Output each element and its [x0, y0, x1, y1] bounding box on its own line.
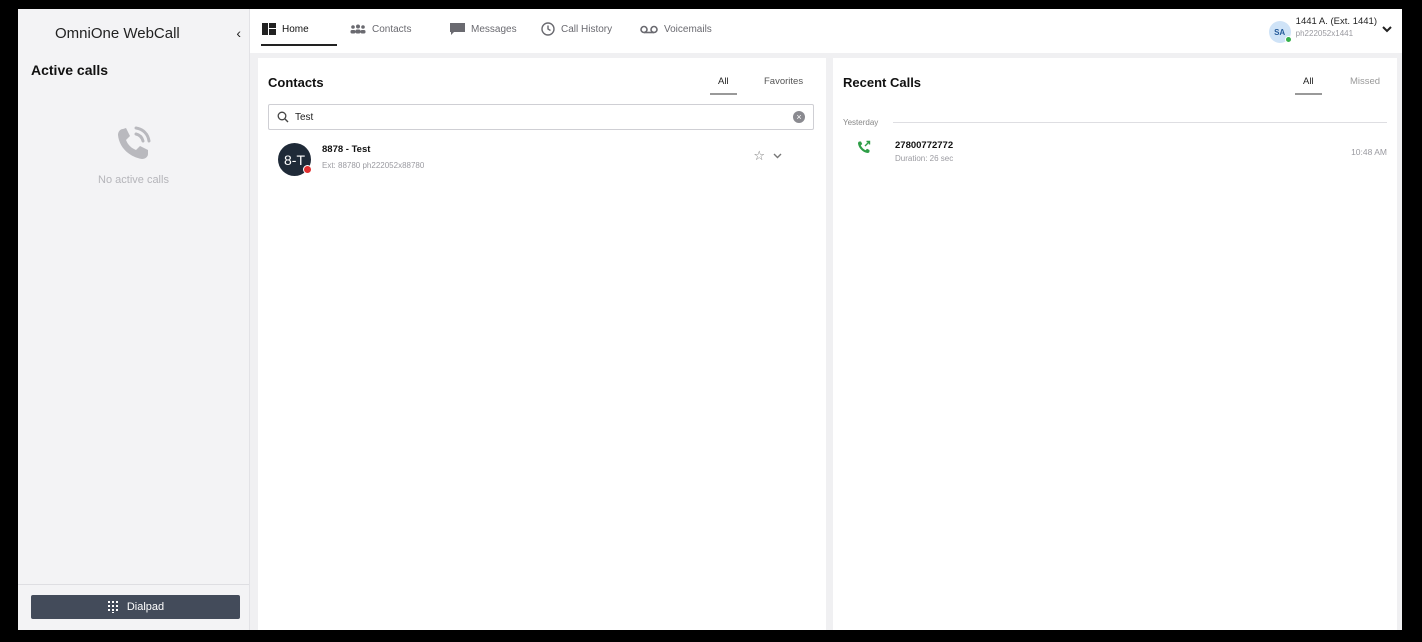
contact-search: ×	[268, 104, 814, 130]
recent-calls-panel: Recent Calls All Missed Yesterday 278007…	[833, 58, 1397, 630]
expand-chevron-icon[interactable]	[773, 151, 782, 161]
chevron-down-icon[interactable]	[1382, 25, 1392, 36]
avatar-initials: SA	[1274, 27, 1286, 37]
recent-tab-missed[interactable]: Missed	[1350, 76, 1380, 93]
tab-call-history-label: Call History	[561, 23, 613, 35]
contacts-title: Contacts	[268, 75, 324, 90]
contact-list-item[interactable]: 8-T 8878 - Test Ext: 88780 ph222052x8878…	[268, 138, 814, 180]
home-icon	[262, 23, 276, 35]
messages-icon	[450, 23, 465, 35]
tab-voicemails-label: Voicemails	[664, 23, 712, 35]
phone-ringing-icon	[118, 126, 151, 159]
day-separator-line	[893, 122, 1387, 123]
dialpad-button[interactable]: Dialpad	[31, 595, 240, 619]
contact-initials: 8-T	[284, 151, 305, 168]
contacts-tab-all[interactable]: All	[710, 76, 737, 95]
top-nav: Home Contacts Messages Call History Voic…	[250, 9, 1402, 53]
recent-tab-missed-label: Missed	[1350, 76, 1381, 87]
app-title: OmniOne WebCall	[55, 24, 180, 42]
contacts-tab-favorites-label: Favorites	[764, 76, 804, 87]
recent-tab-all-label: All	[1303, 76, 1314, 87]
call-duration: Duration: 26 sec	[895, 154, 954, 163]
active-tab-indicator	[261, 44, 337, 46]
tab-home[interactable]: Home	[262, 9, 309, 49]
tab-home-label: Home	[282, 23, 309, 35]
sidebar-divider	[18, 584, 249, 585]
user-menu[interactable]: SA 1441 A. (Ext. 1441) ph222052x1441	[1268, 16, 1402, 43]
tab-messages[interactable]: Messages	[450, 9, 517, 49]
contact-extension: Ext: 88780 ph222052x88780	[322, 161, 425, 170]
history-icon	[541, 22, 555, 36]
user-status-dot	[1284, 36, 1292, 43]
contact-status-dot	[303, 165, 312, 174]
contacts-tab-all-label: All	[718, 76, 729, 87]
tab-messages-label: Messages	[471, 23, 517, 35]
call-history-item[interactable]: 27800772772 Duration: 26 sec 10:48 AM	[843, 134, 1387, 166]
user-name: 1441 A. (Ext. 1441)	[1295, 16, 1377, 27]
no-active-calls-text: No active calls	[98, 174, 169, 186]
collapse-sidebar-button[interactable]: ‹	[236, 25, 241, 41]
tab-contacts[interactable]: Contacts	[350, 9, 411, 49]
dialpad-label: Dialpad	[126, 601, 165, 613]
dialpad-icon	[107, 601, 118, 613]
tab-contacts-label: Contacts	[372, 23, 412, 35]
call-time: 10:48 AM	[1351, 147, 1387, 157]
contacts-icon	[350, 24, 366, 34]
day-separator-label: Yesterday	[843, 118, 879, 127]
tab-voicemails[interactable]: Voicemails	[640, 9, 712, 49]
tab-call-history[interactable]: Call History	[541, 9, 612, 49]
recent-tab-all[interactable]: All	[1295, 76, 1322, 95]
user-id: ph222052x1441	[1295, 29, 1354, 38]
search-input[interactable]	[295, 111, 787, 123]
clear-search-icon[interactable]: ×	[793, 111, 805, 123]
contact-actions: ☆	[753, 148, 782, 164]
contact-avatar: 8-T	[278, 143, 312, 176]
call-number: 27800772772	[895, 140, 954, 151]
brand-bar: OmniOne WebCall ‹	[18, 9, 249, 57]
contact-name: 8878 - Test	[322, 144, 371, 155]
search-icon	[277, 111, 289, 123]
sidebar: OmniOne WebCall ‹ Active calls No active…	[18, 9, 250, 630]
favorite-star-icon[interactable]: ☆	[753, 148, 765, 164]
avatar: SA	[1268, 21, 1292, 43]
voicemail-icon	[640, 25, 658, 33]
outgoing-call-icon	[858, 140, 871, 153]
contacts-tab-favorites[interactable]: Favorites	[764, 76, 803, 93]
user-info: 1441 A. (Ext. 1441) ph222052x1441	[1296, 16, 1377, 39]
recent-calls-title: Recent Calls	[843, 75, 922, 90]
app-window: OmniOne WebCall ‹ Active calls No active…	[18, 9, 1402, 630]
contacts-panel: Contacts All Favorites × 8-T 8878 - Test…	[258, 58, 826, 630]
active-calls-title: Active calls	[31, 62, 109, 78]
